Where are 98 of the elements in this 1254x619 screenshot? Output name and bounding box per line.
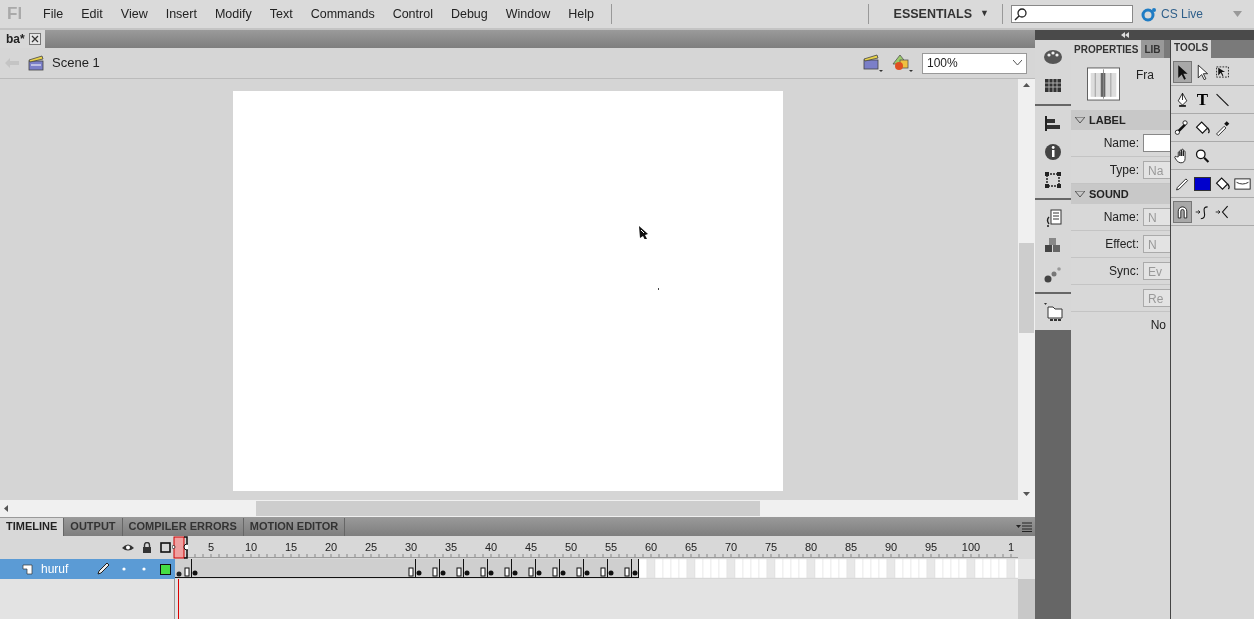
outline-color-icon[interactable] xyxy=(160,563,171,575)
document-tab-label[interactable]: ba* xyxy=(6,30,25,48)
frame-number: 90 xyxy=(884,540,898,555)
timeline-tab[interactable]: TIMELINE xyxy=(0,517,65,536)
timeline-tab[interactable]: MOTION EDITOR xyxy=(243,517,346,536)
magnet-tool[interactable] xyxy=(1173,200,1192,223)
visibility-dot-icon[interactable] xyxy=(122,567,126,571)
vertical-scrollbar[interactable] xyxy=(1018,79,1035,500)
timeline-scrollbar[interactable] xyxy=(1018,559,1035,579)
frame-number: 80 xyxy=(804,540,818,555)
frame-number: 65 xyxy=(684,540,698,555)
close-icon[interactable] xyxy=(28,33,41,45)
menu-item[interactable]: Commands xyxy=(301,4,384,24)
menu-item[interactable]: Window xyxy=(496,4,560,24)
menu-item[interactable]: Debug xyxy=(441,4,497,24)
frame-number: 20 xyxy=(324,540,338,555)
timeline-scrollbar[interactable] xyxy=(1018,579,1035,619)
field-label: Name: xyxy=(1102,209,1140,226)
frame-number: 5 xyxy=(207,540,215,555)
timeline-tab[interactable]: OUTPUT xyxy=(64,517,123,536)
frame-number: 1 xyxy=(1007,540,1015,555)
cs-live-icon xyxy=(1140,6,1157,22)
edit-symbols-icon[interactable] xyxy=(892,53,914,73)
eye-icon[interactable] xyxy=(122,543,134,552)
selection-arrow-tool[interactable] xyxy=(1173,60,1192,83)
panel-tab[interactable]: PROPERTIES xyxy=(1071,40,1142,58)
frame-number: 30 xyxy=(404,540,418,555)
menu-item[interactable]: Help xyxy=(559,4,603,24)
workspace-dropdown[interactable]: ESSENTIALS ▼ xyxy=(884,4,998,24)
symbol-icon xyxy=(637,225,649,239)
transform-icon[interactable] xyxy=(1043,170,1063,190)
menu-item[interactable]: View xyxy=(111,4,157,24)
frame-number: 25 xyxy=(364,540,378,555)
frame-number: 95 xyxy=(924,540,938,555)
frame-number: 100 xyxy=(961,540,981,555)
search-field[interactable] xyxy=(1010,5,1133,23)
pencil-icon xyxy=(96,562,110,576)
lock-dot-icon[interactable] xyxy=(142,567,146,571)
panel-tab[interactable]: TOOLS xyxy=(1171,40,1212,58)
status-text: No xyxy=(1150,317,1166,334)
frame-icon xyxy=(1087,66,1120,102)
collapse-icon[interactable] xyxy=(1120,32,1129,38)
zoom-icon xyxy=(1194,146,1211,165)
frame-number: 75 xyxy=(764,540,778,555)
menu-item[interactable]: Insert xyxy=(156,4,206,24)
frame-number: 15 xyxy=(284,540,298,555)
playhead-icon[interactable] xyxy=(172,536,188,559)
menu-item[interactable]: File xyxy=(34,4,73,24)
frame-number: 45 xyxy=(524,540,538,555)
collapse-triangle-icon xyxy=(1075,190,1085,198)
menu-item[interactable]: Control xyxy=(383,4,442,24)
scrollbar-thumb[interactable] xyxy=(1019,243,1034,333)
field-label: Name: xyxy=(1102,135,1140,152)
frame-number: 55 xyxy=(604,540,618,555)
frame-label: Fra xyxy=(1136,67,1154,84)
info-icon[interactable] xyxy=(1043,142,1063,162)
paint-bucket-icon xyxy=(1214,174,1231,193)
chevron-icon xyxy=(1013,60,1022,66)
lock-icon[interactable] xyxy=(142,542,152,553)
frame-number: 60 xyxy=(644,540,658,555)
menu-item[interactable]: Modify xyxy=(205,4,261,24)
clapperboard-icon xyxy=(28,55,44,71)
motion-presets-icon[interactable] xyxy=(1043,264,1063,284)
field-label: Type: xyxy=(1108,162,1140,179)
folder-icon[interactable] xyxy=(1043,302,1063,322)
timeline-tab[interactable]: COMPILER ERRORS xyxy=(122,517,244,536)
eyedropper-icon xyxy=(1214,118,1231,137)
menu-item[interactable]: Text xyxy=(260,4,302,24)
cs-live-label[interactable]: CS Live xyxy=(1160,5,1203,23)
zoom-dropdown[interactable]: 100% xyxy=(922,52,1027,74)
frame-number: 35 xyxy=(444,540,458,555)
frame-number: 10 xyxy=(244,540,258,555)
section-header[interactable]: LABEL xyxy=(1071,110,1170,130)
collapse-triangle-icon xyxy=(1075,116,1085,124)
bone-icon xyxy=(1174,118,1191,137)
search-icon xyxy=(1013,7,1027,21)
align-icon[interactable] xyxy=(1043,114,1063,134)
text-tool[interactable]: T xyxy=(1193,88,1212,111)
paint-bucket-icon xyxy=(1194,118,1211,137)
scene-label: Scene 1 xyxy=(52,54,100,73)
outline-icon[interactable] xyxy=(160,542,171,553)
frame-number: 70 xyxy=(724,540,738,555)
panel-menu-icon[interactable] xyxy=(1016,521,1032,532)
panel-tab[interactable]: LIB xyxy=(1141,40,1164,58)
field-label: Effect: xyxy=(1104,236,1140,253)
frame-number: 85 xyxy=(844,540,858,555)
section-title[interactable]: LABEL xyxy=(1089,111,1126,129)
document-tab[interactable]: ba* xyxy=(0,30,45,48)
edit-scene-icon[interactable] xyxy=(862,53,884,73)
layer-icon xyxy=(22,563,33,575)
scrollbar-thumb[interactable] xyxy=(256,501,760,516)
section-title[interactable]: SOUND xyxy=(1089,185,1129,203)
section-header[interactable]: SOUND xyxy=(1071,184,1170,204)
frame-number: 50 xyxy=(564,540,578,555)
menu-item[interactable]: Edit xyxy=(72,4,112,24)
frame-number: 40 xyxy=(484,540,498,555)
horizontal-scrollbar[interactable] xyxy=(0,500,1035,517)
field-label: Sync: xyxy=(1108,263,1140,280)
